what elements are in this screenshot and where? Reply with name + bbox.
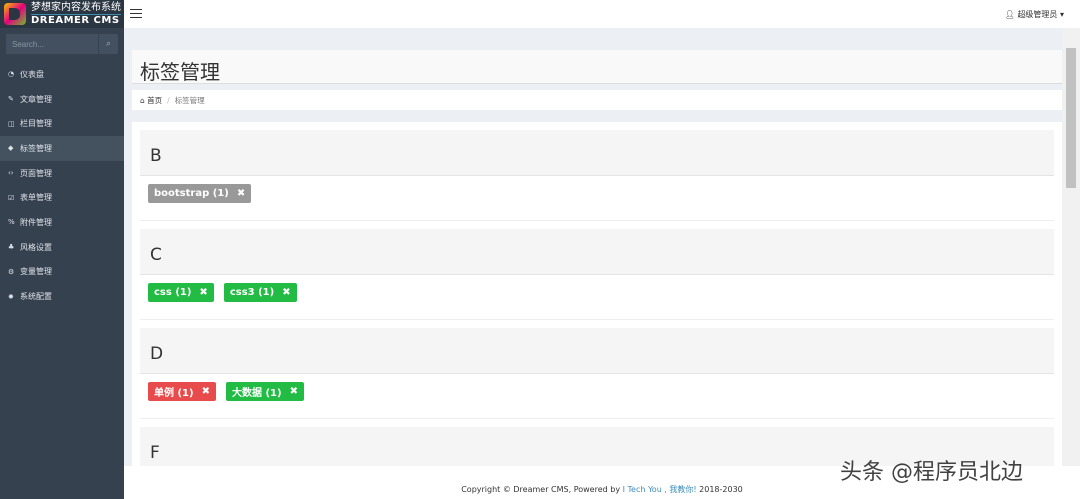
tag-badge[interactable]: bootstrap (1) ✖ [148,184,252,203]
sidebar-item[interactable]: ♣ 风格设置 [0,235,124,260]
tag-panel: Bbootstrap (1) ✖ Ccss (1) ✖ css3 (1) ✖ D 单例 (1)… [132,122,1062,466]
sidebar-item-label: 仪表盘 [20,69,44,79]
close-icon[interactable]: ✖ [237,188,245,199]
logo-subtitle: DREAMER CMS [31,14,120,26]
sidebar-item[interactable]: ✹ 系统配置 [0,284,124,309]
tag-badge[interactable]: css (1) ✖ [148,283,214,302]
sidebar-item-label: 附件管理 [20,217,52,227]
sidebar-item-label: 风格设置 [20,242,52,252]
sidebar-item[interactable]: ‹› 页面管理 [0,161,124,186]
close-icon[interactable]: ✖ [290,386,298,397]
close-icon[interactable]: ✖ [202,386,210,397]
breadcrumb-current: 标签管理 [174,96,205,105]
logo-icon [4,3,26,25]
menu-toggle-icon[interactable] [130,9,142,18]
main-content: 标签管理 ⌂ 首页 / 标签管理 Bbootstrap (1) ✖ Ccss (1) ✖ c… [124,28,1062,466]
puzzle-icon: ♣ [8,243,15,252]
footer-copyright: Copyright © Dreamer CMS, Powered by [461,485,623,494]
sidebar-item[interactable]: ✎ 文章管理 [0,87,124,112]
group-letter: D [140,328,1054,374]
group-letter: C [140,229,1054,275]
gear-icon: ✹ [8,292,14,301]
sidebar-item-label: 页面管理 [20,168,52,178]
breadcrumb: ⌂ 首页 / 标签管理 [132,90,1062,110]
tag-list: css (1) ✖ css3 (1) ✖ [140,275,1054,320]
topbar: 👤︎ 超级管理员 ▾ [124,0,1080,28]
tag-group: Ccss (1) ✖ css3 (1) ✖ [140,229,1054,320]
user-menu[interactable]: 👤︎ 超级管理员 ▾ [1005,9,1064,20]
tag-badge[interactable]: css3 (1) ✖ [223,283,297,302]
check-square-icon: ☑ [8,193,15,202]
caret-down-icon: ▾ [1057,10,1064,19]
tag-label: css (1) [154,287,192,298]
search-icon: ⌕ [105,39,112,49]
sidebar-item[interactable]: ◔ 仪表盘 [0,62,124,87]
dashboard-icon: ◔ [8,70,15,79]
user-icon: 👤︎ [1004,10,1018,19]
tag-list: bootstrap (1) ✖ [140,176,1054,221]
sidebar-item-label: 栏目管理 [20,119,52,129]
sidebar-item[interactable]: ⚙ 变量管理 [0,260,124,285]
edit-icon: ✎ [8,95,14,104]
tag-group: D 单例 (1) ✖ 大数据 (1) ✖ [140,328,1054,419]
page-title: 标签管理 [140,60,220,84]
sidebar-item[interactable]: % 附件管理 [0,210,124,235]
tag-label: 单例 (1) [154,388,194,399]
tag-badge[interactable]: 大数据 (1) ✖ [225,382,304,401]
tag-label: bootstrap (1) [154,188,229,199]
sidebar-item-label: 文章管理 [20,94,52,104]
close-icon[interactable]: ✖ [282,287,290,298]
page-header: 标签管理 [132,50,1062,84]
tags-icon: ◆ [8,144,14,153]
watermark: 头条 @程序员北边 [840,460,1023,485]
tag-label: 大数据 (1) [231,388,282,399]
sidebar-item[interactable]: ☑ 表单管理 [0,185,124,210]
columns-icon: ◫ [8,119,15,128]
logo[interactable]: 梦想家内容发布系统 DREAMER CMS [0,0,124,28]
tag-badge[interactable]: 单例 (1) ✖ [148,382,216,401]
close-icon[interactable]: ✖ [199,287,207,298]
group-letter: B [140,130,1054,176]
sidebar-item-label: 系统配置 [20,292,52,302]
code-icon: ‹› [8,169,14,178]
sidebar-item[interactable]: ◫ 栏目管理 [0,111,124,136]
sidebar: 梦想家内容发布系统DREAMER CMS ⌕ ◔ 仪表盘 ✎ 文章管理 ◫ 栏目管理 ◆ 标签… [0,0,124,499]
sidebar-item-label: 变量管理 [20,267,52,277]
search-button[interactable]: ⌕ [98,34,118,54]
user-name: 超级管理员 [1017,10,1058,19]
sidebar-search: ⌕ [6,34,118,54]
search-input[interactable] [6,34,98,54]
sidebar-item[interactable]: ◆ 标签管理 [0,136,124,161]
cogs-icon: ⚙ [8,267,15,276]
sidebar-item-label: 标签管理 [20,143,52,153]
breadcrumb-home[interactable]: 首页 [147,96,162,105]
scrollbar-thumb[interactable] [1066,48,1076,188]
sidebar-item-label: 表单管理 [20,193,52,203]
paperclip-icon: % [8,218,15,227]
logo-title: 梦想家内容发布系统 [31,1,121,15]
footer-years: 2018-2030 [696,485,743,494]
scrollbar[interactable] [1062,28,1080,466]
tag-group: Bbootstrap (1) ✖ [140,130,1054,221]
footer-link[interactable]: I Tech You , 我教你! [623,485,697,494]
tag-label: css3 (1) [229,287,275,298]
tag-list: 单例 (1) ✖ 大数据 (1) ✖ [140,374,1054,419]
